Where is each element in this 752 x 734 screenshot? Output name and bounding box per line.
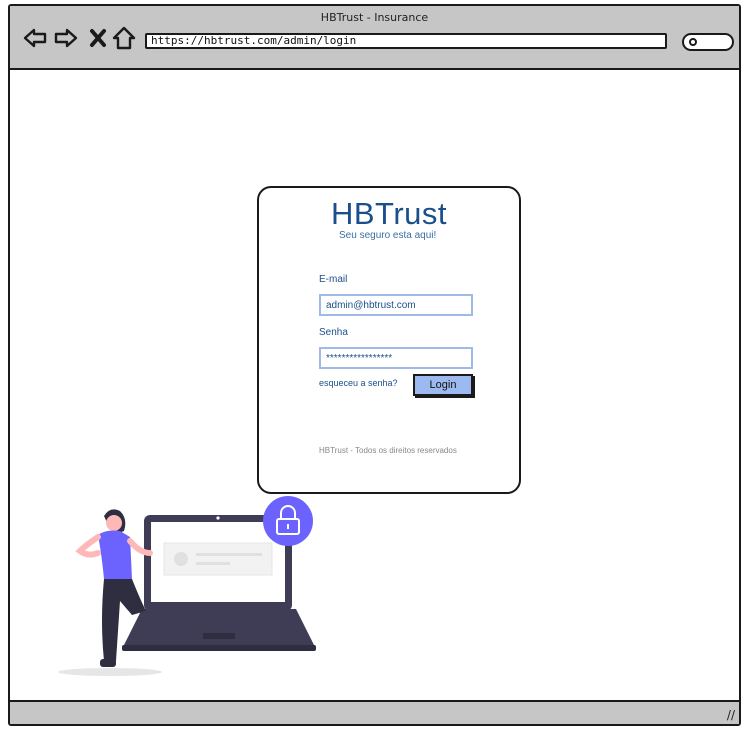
login-button[interactable]: Login [413,374,473,396]
address-bar[interactable]: https://hbtrust.com/admin/login [145,33,667,49]
browser-toolbar: HBTrust - Insurance https://hbtrust.com/… [10,6,739,70]
forward-icon[interactable] [53,25,79,51]
footer-text: HBTrust - Todos os direitos reservados [319,446,457,455]
password-label: Senha [319,327,348,338]
brand-logo: HBTrust [330,196,448,231]
resize-icon[interactable]: // [727,708,735,722]
password-field[interactable] [319,347,473,369]
home-icon[interactable] [111,25,137,51]
back-icon[interactable] [22,25,48,51]
browser-window: HBTrust - Insurance https://hbtrust.com/… [8,4,741,726]
laptop-base [122,609,316,649]
email-label: E-mail [319,274,348,285]
tagline: Seu seguro esta aqui! [339,230,437,241]
email-field[interactable] [319,294,473,316]
floor-shadow [58,668,162,676]
window-title: HBTrust - Insurance [320,11,429,24]
login-card: HBTrust Seu seguro esta aqui! E-mail Sen… [257,186,521,494]
search-button[interactable] [682,33,734,51]
security-illustration [58,496,316,676]
forgot-password-link[interactable]: esqueceu a senha? [319,378,398,388]
close-icon[interactable] [88,25,108,51]
lock-badge [263,496,313,546]
status-bar: // [10,700,739,724]
search-icon [689,38,697,46]
